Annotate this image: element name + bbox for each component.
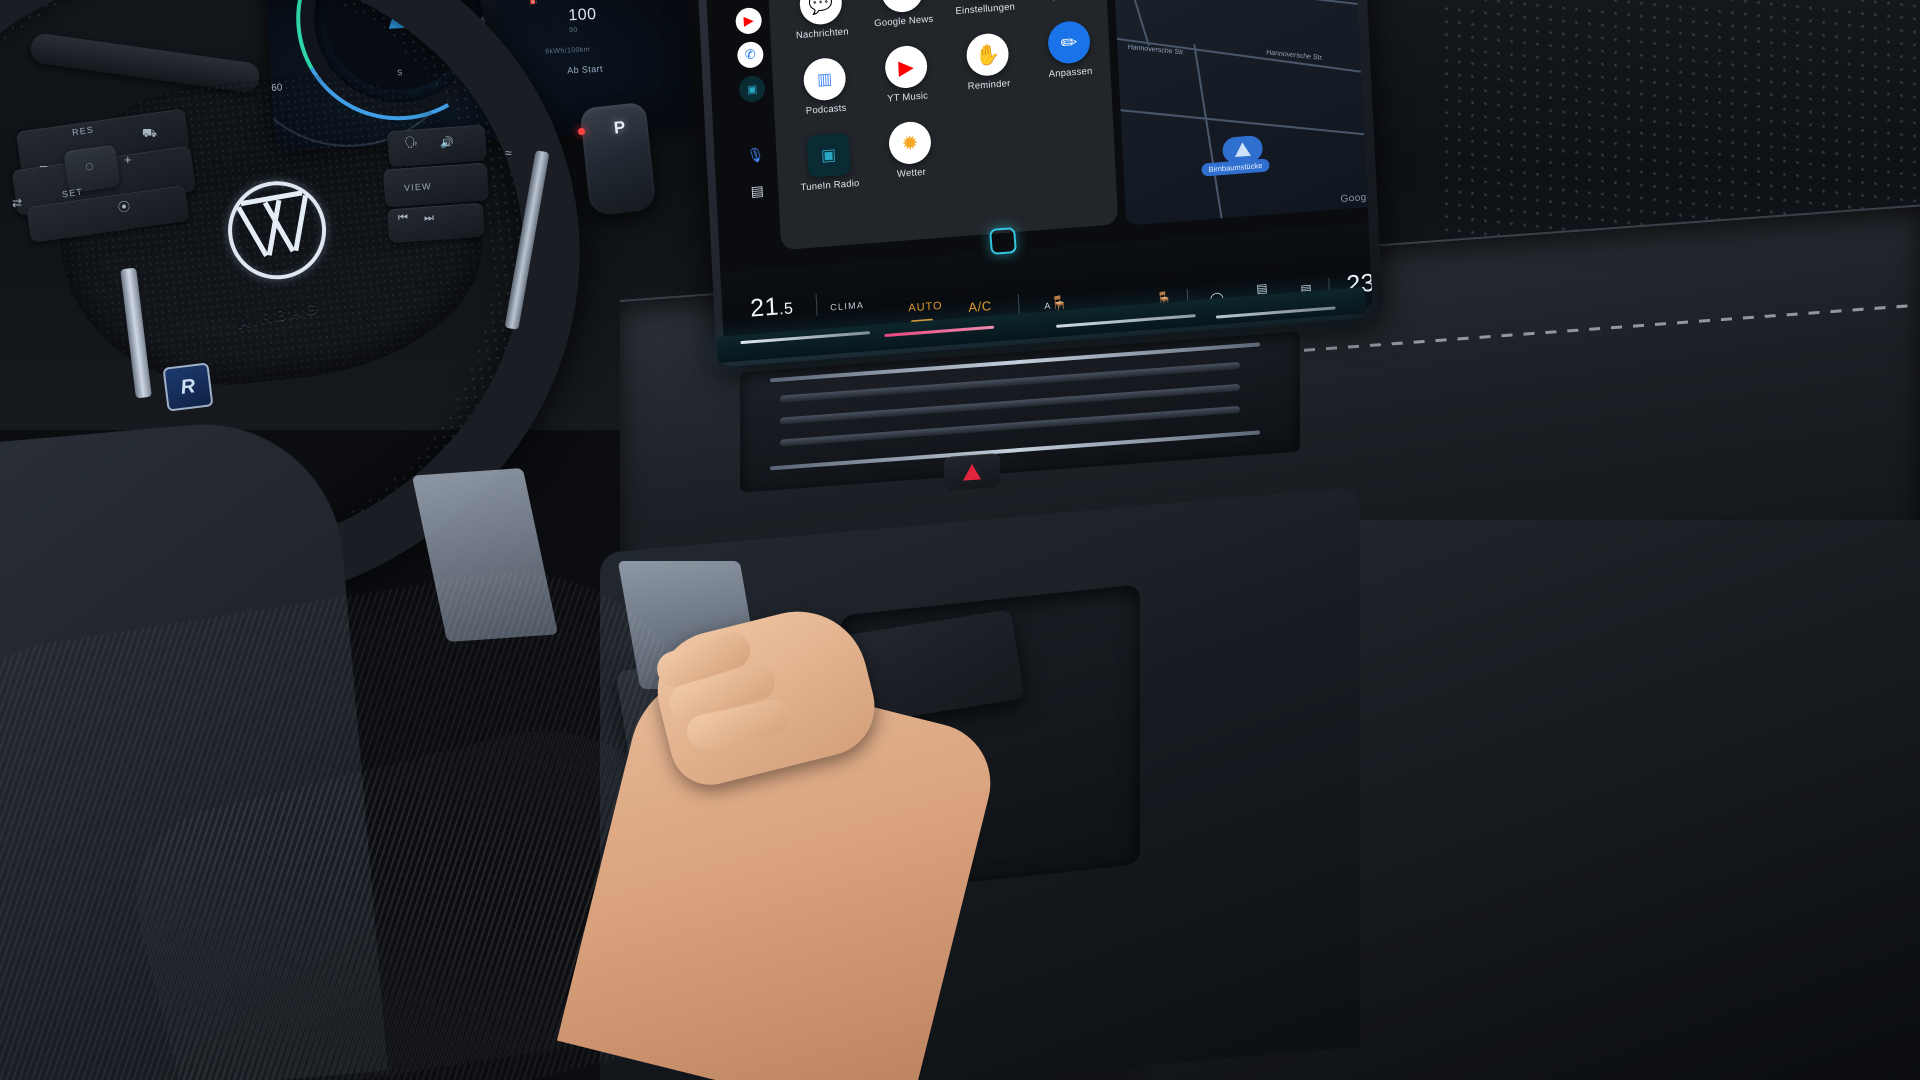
warning-led-indicator	[578, 128, 585, 135]
app-telefon[interactable]: ✆ Telefon	[1028, 0, 1103, 6]
lane-assist-icon[interactable]: ⦿	[118, 198, 130, 215]
voice-assistant-icon[interactable]: 🗣	[404, 136, 418, 149]
split-view-icon[interactable]: ▤	[744, 177, 771, 205]
app-google-news[interactable]: 📰 Google News	[865, 0, 940, 30]
sw-view-label: VIEW	[403, 181, 433, 193]
hazard-warning-button[interactable]	[944, 452, 1000, 492]
assistant-mic-icon[interactable]: 🎙	[742, 141, 769, 169]
tunein-icon: ▣	[806, 132, 851, 178]
app-nachrichten[interactable]: 💬 Nachrichten	[784, 0, 859, 42]
rear-defrost-icon[interactable]: ▤	[1256, 281, 1268, 296]
clima-label[interactable]: CLIMA	[830, 300, 864, 313]
auto-button[interactable]: AUTO	[908, 300, 943, 315]
airbag-label: AIRBAG	[236, 299, 322, 333]
youtube-music-icon: ▶	[884, 44, 929, 90]
app-grid-panel: 💬 Nachrichten 📰 Google News ⚙ Einstellun…	[766, 0, 1119, 251]
media-prev-icon[interactable]: ⏮	[398, 212, 408, 225]
travel-assist-icon[interactable]: ⇄	[12, 196, 22, 210]
minus-icon[interactable]: –	[40, 158, 47, 173]
app-reminder[interactable]: ✋ Reminder	[951, 31, 1026, 94]
podcasts-icon: ▥	[802, 56, 847, 102]
youtube-music-rail-icon[interactable]: ▶	[735, 6, 763, 35]
app-tunein-radio[interactable]: ▣ TuneIn Radio	[792, 131, 867, 194]
r-line-badge: R	[162, 362, 214, 412]
pencil-icon: ✏	[1047, 19, 1092, 65]
gear-position-label: P	[612, 117, 627, 138]
plus-icon[interactable]: +	[124, 152, 132, 167]
maps-rail-icon[interactable]: ◆	[733, 0, 761, 1]
cruise-control-icon: ◌	[85, 158, 94, 175]
vehicle-interior-scene: N S 4 6 8 120 150 180 220 260 Temperatur…	[0, 0, 1920, 1080]
app-wetter[interactable]: ✹ Wetter	[873, 119, 948, 182]
app-yt-music[interactable]: ▶ YT Music	[869, 43, 944, 106]
ac-button[interactable]: A/C	[968, 298, 992, 315]
app-einstellungen[interactable]: ⚙ Einstellungen	[947, 0, 1022, 18]
range-value: 100	[567, 5, 597, 25]
app-label: Einstellungen	[955, 1, 1016, 18]
trip-label: Ab Start	[566, 63, 604, 76]
app-label: Anpassen	[1048, 65, 1093, 81]
gear-icon: ⚙	[961, 0, 1006, 2]
phone-rail-icon[interactable]: ✆	[736, 40, 764, 69]
distance-icon[interactable]: ⛟	[142, 126, 157, 142]
hazard-triangle-icon	[963, 463, 981, 481]
media-next-icon[interactable]: ⏭	[424, 212, 434, 225]
coolant-temp-value: 90	[568, 26, 578, 35]
driver-temperature-value[interactable]: 21.5	[750, 291, 794, 323]
google-news-icon: 📰	[880, 0, 925, 14]
sw-right-pad-top[interactable]	[386, 124, 488, 168]
home-square-button[interactable]	[989, 227, 1017, 255]
sw-right-pad-mid[interactable]	[382, 162, 490, 208]
tunein-rail-icon[interactable]: ▣	[738, 74, 766, 103]
app-label: Reminder	[967, 78, 1011, 93]
app-label: YT Music	[886, 90, 929, 105]
volume-icon[interactable]: 🔊	[440, 136, 454, 149]
temperature-slider-indicator	[884, 325, 995, 338]
steering-heat-icon: ≈	[505, 146, 512, 160]
weather-sun-icon: ✹	[887, 120, 932, 166]
reminder-hand-icon: ✋	[965, 32, 1010, 78]
app-label: Wetter	[896, 166, 927, 180]
fuel-icon: ⛽	[529, 0, 539, 6]
volume-slider-indicator	[1056, 314, 1196, 328]
app-anpassen[interactable]: ✏ Anpassen	[1032, 19, 1107, 82]
app-label: Nachrichten	[795, 26, 850, 42]
map-panel[interactable]: Hannoversche Str. Hannoversche Str. Birn…	[1111, 0, 1373, 226]
app-label: Google News	[874, 13, 934, 30]
vw-logo-icon	[220, 173, 334, 288]
consumption-value: 8kWh/100km	[545, 46, 591, 56]
messages-icon: 💬	[798, 0, 843, 26]
app-label: Podcasts	[805, 102, 847, 117]
navigation-arrow-icon	[1234, 141, 1251, 158]
app-label: TuneIn Radio	[800, 177, 860, 194]
app-podcasts[interactable]: ▥ Podcasts	[788, 56, 863, 119]
app-label: Telefon	[1031, 0, 1103, 6]
